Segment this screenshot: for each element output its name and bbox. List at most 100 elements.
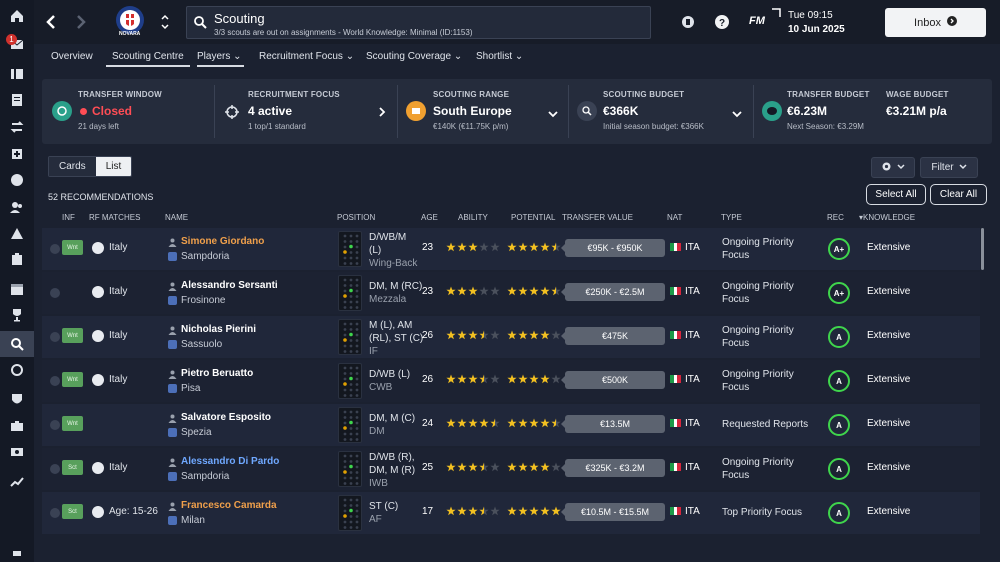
recommendation-grade[interactable]: A bbox=[828, 414, 850, 436]
row-select-checkbox[interactable] bbox=[50, 376, 60, 386]
player-name[interactable]: Simone Giordano bbox=[181, 236, 264, 247]
transfer-icon[interactable] bbox=[0, 114, 34, 140]
transfer-window-status: Closed bbox=[92, 104, 133, 118]
player-name[interactable]: Alessandro Sersanti bbox=[181, 280, 278, 291]
column-header-nat[interactable]: NAT bbox=[667, 213, 682, 222]
player-club[interactable]: Frosinone bbox=[168, 295, 225, 306]
table-row[interactable]: Sct Age: 15-26 Francesco Camarda Milan S… bbox=[42, 492, 980, 534]
column-header-name[interactable]: NAME bbox=[165, 213, 188, 222]
training-icon[interactable] bbox=[0, 220, 34, 246]
club-badge[interactable]: NOVARA bbox=[114, 4, 146, 40]
transfer-cycle-icon bbox=[52, 101, 72, 121]
development-icon[interactable] bbox=[0, 246, 34, 272]
fm-logo[interactable]: FM bbox=[749, 15, 765, 27]
list-view-button[interactable]: List bbox=[95, 157, 132, 176]
scrollbar[interactable] bbox=[981, 228, 984, 270]
help-icon[interactable]: ? bbox=[714, 14, 730, 30]
budgets-card[interactable]: TRANSFER BUDGET €6.23M Next Season: €3.2… bbox=[754, 79, 992, 144]
forward-arrow-icon[interactable] bbox=[71, 10, 91, 34]
player-club[interactable]: Pisa bbox=[168, 383, 200, 394]
player-name[interactable]: Pietro Beruatto bbox=[181, 368, 253, 379]
squad-icon[interactable] bbox=[0, 61, 34, 87]
recommendation-grade[interactable]: A+ bbox=[828, 238, 850, 260]
player-club[interactable]: Sampdoria bbox=[168, 471, 229, 482]
filter-button[interactable]: Filter bbox=[920, 157, 978, 178]
briefcase-icon[interactable] bbox=[0, 413, 34, 439]
recruitment-focus-card[interactable]: RECRUITMENT FOCUS 4 active 1 top/1 stand… bbox=[215, 79, 397, 144]
table-row[interactable]: Sct Italy Alessandro Di Pardo Sampdoria … bbox=[42, 448, 980, 490]
player-club[interactable]: Sassuolo bbox=[168, 339, 222, 350]
column-header-position[interactable]: POSITION bbox=[337, 213, 375, 222]
scouting-budget-card[interactable]: SCOUTING BUDGET €366K Initial season bud… bbox=[569, 79, 753, 144]
player-club[interactable]: Sampdoria bbox=[168, 251, 229, 262]
clear-all-button[interactable]: Clear All bbox=[930, 184, 987, 205]
ball-icon[interactable] bbox=[0, 167, 34, 193]
recommendation-grade[interactable]: A+ bbox=[828, 282, 850, 304]
tab-scouting-coverage[interactable]: Scouting Coverage ⌄ bbox=[366, 51, 462, 62]
hand-icon[interactable] bbox=[680, 14, 696, 30]
chart-line-icon[interactable] bbox=[0, 469, 34, 495]
table-row[interactable]: Italy Alessandro Sersanti Frosinone DM, … bbox=[42, 272, 980, 314]
column-header-inf[interactable]: INF bbox=[62, 213, 75, 222]
refresh-icon[interactable] bbox=[0, 357, 34, 383]
collapse-icon[interactable] bbox=[0, 540, 34, 562]
row-select-checkbox[interactable] bbox=[50, 332, 60, 342]
row-select-checkbox[interactable] bbox=[50, 288, 60, 298]
recommendation-grade[interactable]: A bbox=[828, 458, 850, 480]
column-header-rec[interactable]: REC bbox=[827, 213, 844, 222]
player-age: 23 bbox=[422, 242, 434, 253]
row-select-checkbox[interactable] bbox=[50, 244, 60, 254]
table-row[interactable]: Wnt Salvatore Esposito Spezia DM, M (C) … bbox=[42, 404, 980, 446]
scouting-range-card[interactable]: SCOUTING RANGE South Europe €140K (€11.7… bbox=[398, 79, 568, 144]
chevron-down-icon[interactable] bbox=[548, 109, 558, 121]
trophy-icon[interactable] bbox=[0, 302, 34, 328]
cards-view-button[interactable]: Cards bbox=[49, 157, 96, 176]
home-icon[interactable] bbox=[0, 3, 34, 29]
finance-icon[interactable] bbox=[0, 439, 34, 465]
medical-icon[interactable] bbox=[0, 141, 34, 167]
select-all-button[interactable]: Select All bbox=[866, 184, 926, 205]
calendar-icon[interactable] bbox=[0, 276, 34, 302]
column-header-type[interactable]: TYPE bbox=[721, 213, 742, 222]
tab-overview[interactable]: Overview bbox=[51, 51, 93, 62]
tab-players[interactable]: Players ⌄ bbox=[197, 51, 244, 67]
staff-icon[interactable] bbox=[0, 194, 34, 220]
chevron-down-icon[interactable] bbox=[732, 109, 742, 121]
row-select-checkbox[interactable] bbox=[50, 464, 60, 474]
chevron-right-icon[interactable] bbox=[378, 107, 386, 120]
player-club[interactable]: Spezia bbox=[168, 427, 212, 438]
table-row[interactable]: Wnt Italy Nicholas Pierini Sassuolo M (L… bbox=[42, 316, 980, 358]
back-arrow-icon[interactable] bbox=[41, 10, 61, 34]
row-select-checkbox[interactable] bbox=[50, 420, 60, 430]
player-club[interactable]: Milan bbox=[168, 515, 205, 526]
settings-button[interactable] bbox=[871, 157, 915, 178]
tab-recruitment-focus[interactable]: Recruitment Focus ⌄ bbox=[259, 51, 354, 62]
page-search-box[interactable]: Scouting 3/3 scouts are out on assignmen… bbox=[186, 6, 651, 39]
recommendation-grade[interactable]: A bbox=[828, 370, 850, 392]
column-header-knowledge[interactable]: ▾KNOWLEDGE bbox=[859, 213, 915, 222]
recommendation-grade[interactable]: A bbox=[828, 326, 850, 348]
column-header-age[interactable]: AGE bbox=[421, 213, 438, 222]
scouting-search-icon[interactable] bbox=[0, 331, 34, 357]
player-name[interactable]: Francesco Camarda bbox=[181, 500, 277, 511]
table-row[interactable]: Wnt Italy Pietro Beruatto Pisa D/WB (L) … bbox=[42, 360, 980, 402]
inbox-button[interactable]: Inbox bbox=[885, 8, 986, 37]
tab-scouting-centre[interactable]: Scouting Centre bbox=[106, 51, 190, 67]
player-name[interactable]: Nicholas Pierini bbox=[181, 324, 256, 335]
column-header-potential[interactable]: POTENTIAL bbox=[511, 213, 555, 222]
row-select-checkbox[interactable] bbox=[50, 508, 60, 518]
player-name[interactable]: Salvatore Esposito bbox=[181, 412, 271, 423]
tab-shortlist[interactable]: Shortlist ⌄ bbox=[476, 51, 523, 62]
column-header-ability[interactable]: ABILITY bbox=[458, 213, 488, 222]
recommendation-grade[interactable]: A bbox=[828, 502, 850, 524]
shield-icon[interactable] bbox=[0, 387, 34, 413]
game-date[interactable]: Tue 09:15 10 Jun 2025 bbox=[788, 9, 845, 37]
transfer-window-card[interactable]: TRANSFER WINDOW Closed 21 days left bbox=[42, 79, 214, 144]
table-row[interactable]: Wnt Italy Simone Giordano Sampdoria D/WB… bbox=[42, 228, 980, 270]
inbox-icon[interactable]: 1 bbox=[0, 31, 34, 57]
reports-icon[interactable] bbox=[0, 87, 34, 113]
column-header-rf-matches[interactable]: RF MATCHES bbox=[89, 213, 140, 222]
column-header-transfer-value[interactable]: TRANSFER VALUE bbox=[562, 213, 633, 222]
club-switch-chevron-icon[interactable] bbox=[158, 10, 172, 34]
player-name[interactable]: Alessandro Di Pardo bbox=[181, 456, 279, 467]
